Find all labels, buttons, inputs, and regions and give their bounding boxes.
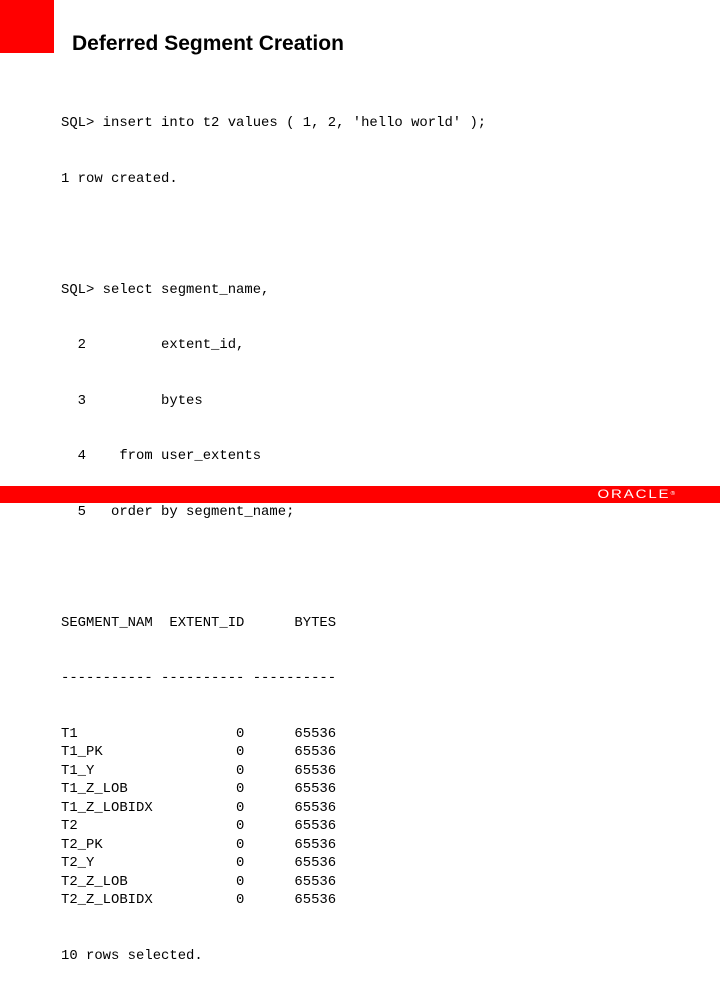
row-count-message: 10 rows selected. — [61, 947, 203, 964]
result-row: T2_Z_LOB 0 65536 — [61, 873, 337, 890]
insert-statement: SQL> insert into t2 values ( 1, 2, 'hell… — [61, 115, 487, 131]
registered-mark-icon: ® — [670, 491, 675, 497]
result-row: T2_Z_LOBIDX 0 65536 — [61, 892, 337, 908]
result-rows: T1 0 65536 T1_PK 0 65536 T1_Y 0 65536 T1_Z_… — [61, 725, 486, 910]
result-separator: ----------- ---------- ---------- — [61, 670, 337, 686]
query-line: 5 order by segment_name; — [61, 503, 295, 520]
corner-accent-square — [0, 0, 54, 53]
slide-title: Deferred Segment Creation — [72, 32, 344, 55]
result-row: T1_Y 0 65536 — [61, 762, 337, 779]
query-line: 4 from user_extents — [61, 448, 262, 464]
query-line: SQL> select segment_name, — [61, 281, 270, 298]
result-row: T1_Z_LOBIDX 0 65536 — [61, 799, 337, 816]
query-line: 3 bytes — [61, 392, 203, 409]
insert-result: 1 row created. — [61, 170, 178, 187]
result-row: T1 0 65536 — [61, 725, 337, 742]
footer-bar: ORACLE® — [0, 486, 720, 503]
oracle-logo: ORACLE® — [597, 487, 675, 502]
oracle-logo-text: ORACLE — [597, 487, 671, 501]
sql-console-output: SQL> insert into t2 values ( 1, 2, 'hell… — [61, 77, 486, 984]
result-row: T2_PK 0 65536 — [61, 836, 337, 853]
result-row: T1_Z_LOB 0 65536 — [61, 781, 337, 797]
result-header: SEGMENT_NAM EXTENT_ID BYTES — [61, 614, 337, 631]
query-line: 2 extent_id, — [61, 337, 245, 353]
result-row: T2_Y 0 65536 — [61, 855, 337, 871]
result-row: T1_PK 0 65536 — [61, 744, 337, 760]
result-row: T2 0 65536 — [61, 818, 337, 834]
